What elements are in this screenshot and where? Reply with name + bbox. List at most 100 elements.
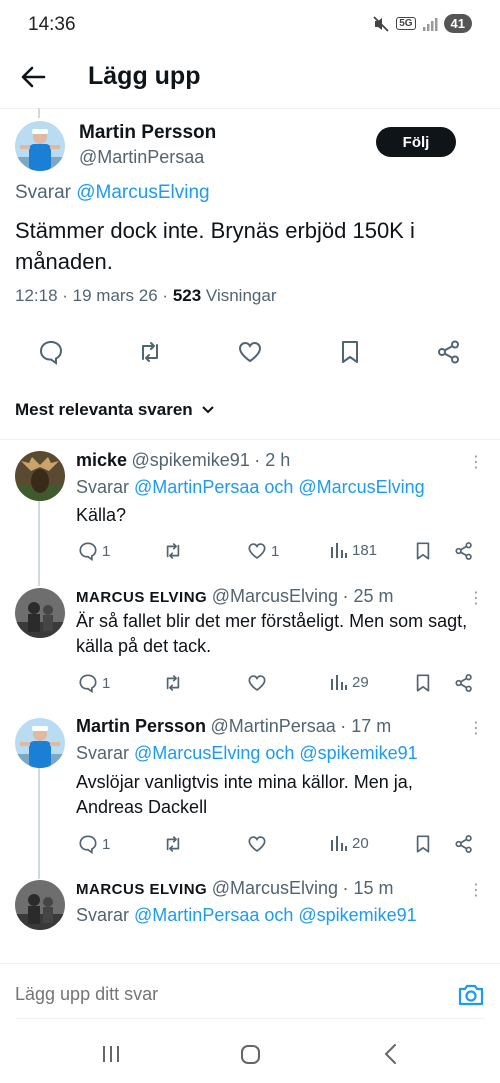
more-options-icon[interactable]: ⋮	[466, 453, 486, 473]
avatar[interactable]	[15, 588, 65, 638]
like-button[interactable]	[247, 834, 267, 854]
bookmark-button[interactable]	[413, 834, 433, 854]
camera-icon	[458, 984, 484, 1006]
reply-handle[interactable]: @MarcusElving	[212, 586, 338, 606]
reply-author[interactable]: micke	[76, 450, 127, 470]
heart-icon	[238, 341, 262, 363]
like-button[interactable]	[247, 673, 267, 693]
status-time: 14:36	[28, 14, 76, 35]
reply-header: Martin Persson @MartinPersaa · 17 m	[76, 716, 391, 737]
author-name[interactable]: Martin Persson	[79, 122, 216, 144]
system-back-button[interactable]	[382, 1043, 400, 1065]
reply-button[interactable]: 1	[78, 541, 110, 561]
replying-to: Svarar @MarcusElving och @spikemike91	[76, 743, 418, 764]
back-button[interactable]	[20, 64, 50, 90]
views-button[interactable]: 181	[330, 541, 377, 559]
reply-text: Är så fallet blir det mer förståeligt. M…	[76, 611, 468, 656]
chevron-left-icon	[384, 1044, 396, 1064]
share-button[interactable]	[454, 541, 474, 561]
header-divider	[0, 108, 500, 109]
repost-button[interactable]	[163, 541, 183, 561]
chevron-down-icon	[201, 406, 214, 414]
repost-icon	[166, 836, 180, 852]
like-button[interactable]: 1	[247, 541, 279, 561]
analytics-icon	[331, 836, 347, 851]
bookmark-icon	[416, 674, 430, 692]
share-button[interactable]	[436, 339, 462, 365]
thread-connector	[38, 767, 40, 879]
thread-connector	[38, 500, 40, 586]
home-button[interactable]	[240, 1044, 261, 1065]
repost-button[interactable]	[163, 834, 183, 854]
reply-handle[interactable]: @MartinPersaa	[211, 716, 336, 736]
reply-header: MARCUS ELVING @MarcusElving · 15 m	[76, 878, 393, 899]
post-date: 12:18 · 19 mars 26 ·	[15, 286, 173, 305]
views-count: 523	[172, 286, 202, 305]
reply-input[interactable]	[15, 984, 435, 1005]
avatar[interactable]	[15, 718, 65, 768]
bookmark-icon	[416, 542, 430, 560]
reply-button[interactable]: 1	[78, 834, 110, 854]
replying-to-link[interactable]: @MarcusElving	[76, 182, 209, 203]
more-options-icon[interactable]: ⋮	[466, 589, 486, 609]
section-divider	[0, 439, 500, 440]
post-meta: 12:18 · 19 mars 26 · 523 Visningar	[15, 286, 276, 306]
reply-text: Avslöjar vanligtvis inte mina källor. Me…	[76, 772, 413, 817]
battery-indicator: 41	[443, 14, 472, 33]
reply-button[interactable]	[38, 339, 64, 365]
sort-label: Mest relevanta svaren	[15, 400, 193, 419]
replying-to-link[interactable]: @MartinPersaa och @spikemike91	[134, 905, 417, 925]
reply-author[interactable]: MARCUS ELVING	[76, 881, 207, 898]
reply-time: · 17 m	[340, 716, 392, 736]
share-button[interactable]	[454, 673, 474, 693]
reply-author[interactable]: MARCUS ELVING	[76, 589, 207, 606]
share-button[interactable]	[454, 834, 474, 854]
recent-apps-button[interactable]	[101, 1044, 121, 1064]
more-options-icon[interactable]: ⋮	[466, 881, 486, 901]
bookmark-button[interactable]	[337, 339, 363, 365]
reply-handle[interactable]: @spikemike91	[132, 450, 250, 470]
arrow-left-icon	[21, 66, 46, 88]
avatar[interactable]	[15, 880, 65, 930]
avatar[interactable]	[15, 121, 65, 171]
more-options-icon[interactable]: ⋮	[466, 719, 486, 739]
reply-button[interactable]: 1	[78, 673, 110, 693]
reply-handle[interactable]: @MarcusElving	[212, 878, 338, 898]
comment-icon	[79, 835, 97, 854]
reply-header: micke @spikemike91 · 2 h	[76, 450, 290, 471]
reply-author[interactable]: Martin Persson	[76, 716, 206, 736]
status-bar: 14:36 5G 41	[0, 0, 500, 50]
heart-icon	[248, 836, 266, 852]
signal-icon	[422, 17, 438, 31]
bookmark-button[interactable]	[413, 673, 433, 693]
views-button[interactable]: 29	[330, 673, 369, 691]
replying-prefix: Svarar	[76, 743, 130, 763]
repost-button[interactable]	[163, 673, 183, 693]
repost-button[interactable]	[137, 339, 163, 365]
network-icon: 5G	[396, 17, 416, 30]
comment-icon	[39, 340, 63, 365]
comment-icon	[79, 542, 97, 561]
share-icon	[455, 542, 472, 560]
avatar[interactable]	[15, 451, 65, 501]
camera-button[interactable]	[457, 982, 485, 1008]
follow-button[interactable]: Följ	[376, 127, 456, 157]
repost-icon	[142, 342, 158, 362]
bookmark-button[interactable]	[413, 541, 433, 561]
author-handle[interactable]: @MartinPersaa	[79, 147, 204, 168]
composer-divider	[0, 963, 500, 964]
share-icon	[438, 340, 459, 364]
replying-to-link[interactable]: @MarcusElving och @spikemike91	[134, 743, 418, 763]
views-button[interactable]: 20	[330, 834, 369, 852]
replying-to-link[interactable]: @MartinPersaa och @MarcusElving	[134, 477, 425, 497]
comment-count: 1	[102, 542, 111, 560]
sort-dropdown[interactable]: Mest relevanta svaren	[15, 400, 215, 420]
replying-to: Svarar @MartinPersaa och @spikemike91	[76, 905, 417, 926]
system-nav-bar	[0, 1030, 500, 1083]
heart-icon	[248, 543, 266, 559]
comment-icon	[79, 674, 97, 693]
reply-time: · 15 m	[342, 878, 394, 898]
heart-icon	[248, 675, 266, 691]
like-button[interactable]	[237, 339, 263, 365]
composer-underline	[15, 1018, 485, 1019]
